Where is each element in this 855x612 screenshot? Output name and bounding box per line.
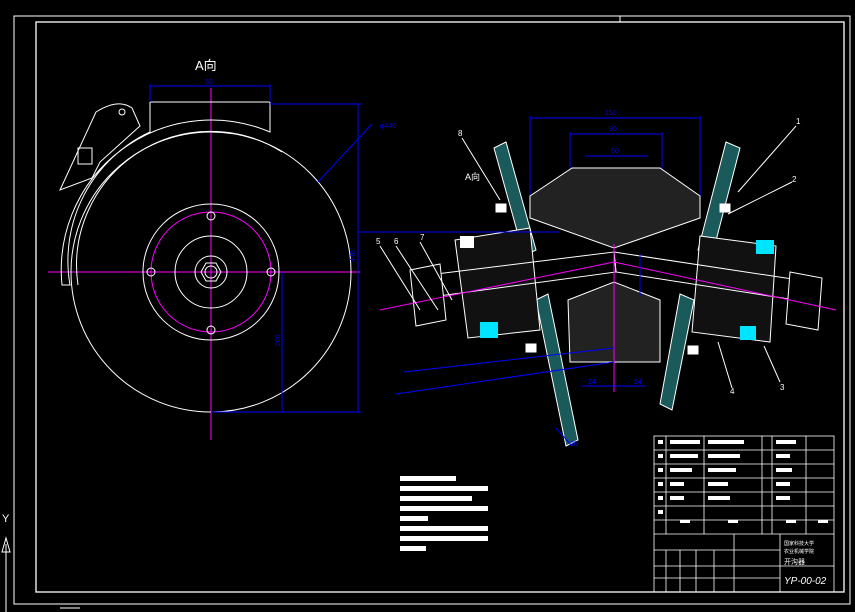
bracket-block	[77, 147, 93, 165]
callout-3: 3	[780, 383, 785, 392]
title-block	[653, 435, 835, 593]
callout-8: 8	[458, 129, 463, 138]
part-title: 开沟器	[784, 557, 805, 566]
dim-bottom-gap-text: 20	[570, 441, 578, 448]
bracket-inner-arc	[76, 130, 283, 286]
school-name-line1: 国家科技大学	[784, 540, 814, 547]
small-bolt-lower-left	[525, 343, 537, 353]
small-bolt-lower-right	[687, 345, 699, 355]
bracket-outline	[60, 101, 271, 286]
callout-4: 4	[730, 387, 735, 396]
callout-1: 1	[796, 117, 801, 126]
dim-right-mid-text: 90	[609, 126, 617, 133]
upper-wedge-block	[529, 167, 701, 249]
right-nut	[785, 271, 823, 331]
callout-5: 5	[376, 237, 381, 246]
bracket-ear	[59, 103, 141, 191]
dim-right-inner-text: 60	[611, 148, 619, 155]
dim-angle-right-text: 24	[634, 379, 642, 386]
technical-notes-block	[400, 476, 488, 551]
right-section-view	[360, 116, 837, 447]
callout-2: 2	[792, 175, 797, 184]
bearing-right-bottom	[740, 326, 756, 340]
dim-left-height-text: 200	[275, 334, 282, 346]
dim-left-top-text: 50	[205, 79, 213, 86]
cad-drawing-canvas: A向 50 φ440 440 200 1 2 3 4 5 6 7 8 A向 15…	[1, 15, 851, 612]
dim-left-radius-text: φ440	[380, 123, 396, 130]
bearing-left-top	[460, 236, 474, 248]
dim-left-vertical-text: 440	[350, 250, 357, 262]
dim-lower-span	[395, 361, 615, 395]
small-bolt-upper-left	[495, 203, 507, 213]
callout-7: 7	[420, 233, 425, 242]
bracket-hole-1	[118, 108, 126, 116]
bearing-left-bottom	[480, 322, 498, 338]
title-block-cell-text	[658, 440, 828, 523]
small-bolt-upper-right	[719, 203, 731, 213]
ucs-y-label: Y	[2, 513, 10, 525]
drawing-number: YP-00-02	[784, 576, 827, 587]
school-name-line2: 农业机械学院	[784, 548, 814, 555]
view-label-a: A向	[195, 58, 217, 73]
section-marker-text: A向	[465, 171, 480, 182]
dim-right-outer-text: 150	[605, 110, 617, 117]
dim-angle-left-text: 24	[588, 379, 596, 386]
left-view	[48, 84, 373, 440]
dim-radius-leader	[317, 123, 373, 183]
bearing-right-top	[756, 240, 774, 254]
callout-6: 6	[394, 237, 399, 246]
